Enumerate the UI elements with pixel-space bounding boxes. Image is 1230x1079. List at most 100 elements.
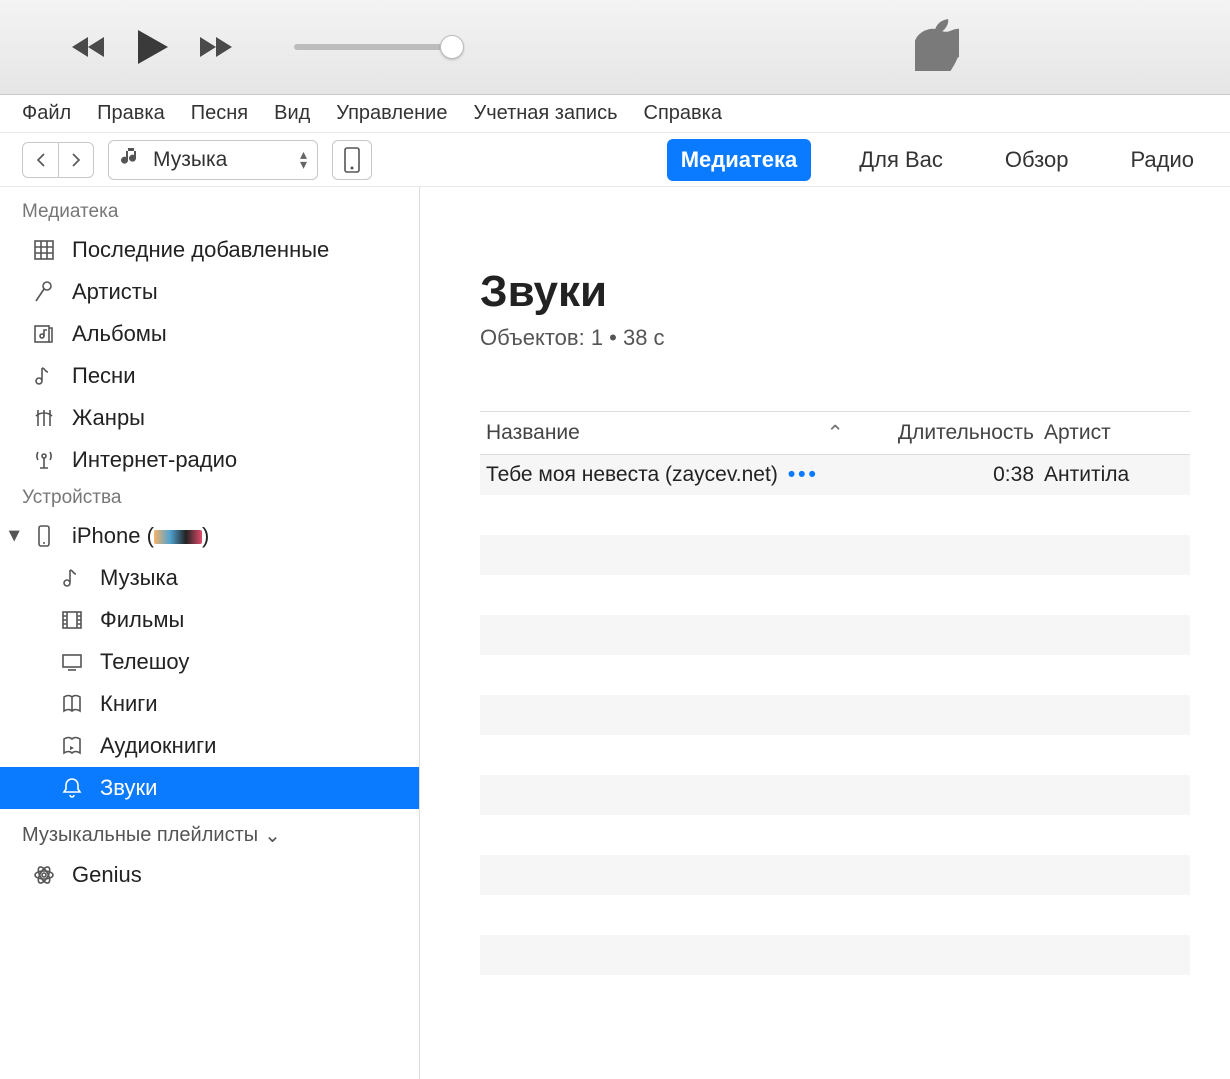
sidebar-item-albums[interactable]: Альбомы — [0, 313, 419, 355]
table-row — [480, 775, 1190, 815]
table-row — [480, 935, 1190, 975]
sidebar-item-dev-tv[interactable]: Телешоу — [0, 641, 419, 683]
sidebar-item-genius[interactable]: Genius — [0, 854, 419, 896]
sidebar-item-label: Genius — [72, 862, 142, 888]
apple-logo-icon — [915, 19, 959, 76]
play-button[interactable] — [136, 28, 170, 66]
sidebar-item-label: Последние добавленные — [72, 237, 329, 263]
column-name[interactable]: Название ⌃ — [486, 421, 874, 446]
sidebar-item-label: iPhone () — [72, 523, 209, 549]
menu-account[interactable]: Учетная запись — [473, 102, 617, 125]
guitar-icon — [30, 406, 58, 430]
column-duration[interactable]: Длительность — [874, 421, 1044, 445]
table-row — [480, 495, 1190, 535]
menu-edit[interactable]: Правка — [97, 102, 165, 125]
volume-knob[interactable] — [440, 35, 464, 59]
sidebar-item-internet-radio[interactable]: Интернет-радио — [0, 439, 419, 481]
sidebar: Медиатека Последние добавленные Артисты … — [0, 187, 420, 1079]
table-row — [480, 695, 1190, 735]
table-row — [480, 615, 1190, 655]
previous-button[interactable] — [70, 34, 108, 60]
device-button[interactable] — [332, 140, 372, 180]
menu-controls[interactable]: Управление — [336, 102, 447, 125]
sidebar-item-label: Музыка — [100, 565, 178, 591]
menu-view[interactable]: Вид — [274, 102, 310, 125]
tv-icon — [58, 650, 86, 674]
chevron-down-icon: ⌄ — [264, 823, 281, 848]
sidebar-item-label: Жанры — [72, 405, 145, 431]
more-actions-icon[interactable]: ••• — [788, 463, 819, 487]
sidebar-item-iphone[interactable]: iPhone () — [0, 515, 419, 557]
sidebar-item-label: Фильмы — [100, 607, 184, 633]
track-duration: 0:38 — [874, 463, 1044, 487]
menu-file[interactable]: Файл — [22, 102, 71, 125]
sidebar-item-dev-music[interactable]: Музыка — [0, 557, 419, 599]
sidebar-item-label: Телешоу — [100, 649, 189, 675]
book-icon — [58, 692, 86, 716]
track-name: Тебе моя невеста (zaycev.net) — [486, 463, 778, 487]
sidebar-header-devices: Устройства — [0, 481, 419, 515]
film-icon — [58, 608, 86, 632]
sidebar-item-dev-movies[interactable]: Фильмы — [0, 599, 419, 641]
nav-forward-button[interactable] — [58, 142, 94, 178]
table-row — [480, 655, 1190, 695]
sidebar-header-playlists[interactable]: Музыкальные плейлисты ⌄ — [0, 809, 419, 854]
iphone-icon — [30, 524, 58, 548]
sidebar-item-label: Альбомы — [72, 321, 167, 347]
view-tabs: Медиатека Для Вас Обзор Радио — [667, 139, 1208, 181]
sidebar-item-recently-added[interactable]: Последние добавленные — [0, 229, 419, 271]
column-artist[interactable]: Артист — [1044, 421, 1184, 445]
source-select[interactable]: Музыка ▴▾ — [108, 140, 318, 180]
table-row — [480, 575, 1190, 615]
sidebar-item-label: Песни — [72, 363, 136, 389]
sidebar-item-dev-books[interactable]: Книги — [0, 683, 419, 725]
microphone-icon — [30, 280, 58, 304]
sidebar-item-dev-audiobooks[interactable]: Аудиокниги — [0, 725, 419, 767]
genius-icon — [30, 863, 58, 887]
note-icon — [30, 364, 58, 388]
grid-icon — [30, 238, 58, 262]
toolbar: Музыка ▴▾ Медиатека Для Вас Обзор Радио — [0, 133, 1230, 187]
tab-for-you[interactable]: Для Вас — [845, 139, 957, 181]
menu-song[interactable]: Песня — [191, 102, 248, 125]
page-title: Звуки — [480, 267, 1190, 317]
chevron-updown-icon: ▴▾ — [300, 150, 307, 170]
page-meta: Объектов: 1 • 38 с — [480, 325, 1190, 351]
audiobook-icon — [58, 734, 86, 758]
sidebar-item-dev-tones[interactable]: Звуки — [0, 767, 419, 809]
sidebar-item-artists[interactable]: Артисты — [0, 271, 419, 313]
playback-bar — [0, 0, 1230, 95]
note-icon — [58, 566, 86, 590]
table-row — [480, 535, 1190, 575]
menu-help[interactable]: Справка — [644, 102, 722, 125]
album-icon — [30, 322, 58, 346]
table-row — [480, 815, 1190, 855]
table-row — [480, 855, 1190, 895]
music-note-icon — [119, 145, 143, 175]
antenna-icon — [30, 448, 58, 472]
source-select-label: Музыка — [153, 148, 227, 172]
nav-back-button[interactable] — [22, 142, 58, 178]
tab-radio[interactable]: Радио — [1116, 139, 1208, 181]
next-button[interactable] — [198, 34, 236, 60]
sort-asc-icon: ⌃ — [826, 421, 844, 446]
tones-table: Название ⌃ Длительность Артист Тебе моя … — [480, 411, 1190, 975]
sidebar-item-label: Звуки — [100, 775, 157, 801]
track-artist: Антитіла — [1044, 463, 1184, 487]
sidebar-item-label: Интернет-радио — [72, 447, 237, 473]
sidebar-item-songs[interactable]: Песни — [0, 355, 419, 397]
sidebar-item-label: Артисты — [72, 279, 158, 305]
bell-icon — [58, 776, 86, 800]
sidebar-item-genres[interactable]: Жанры — [0, 397, 419, 439]
volume-slider[interactable] — [294, 44, 454, 50]
menu-bar: Файл Правка Песня Вид Управление Учетная… — [0, 95, 1230, 133]
content-pane: Звуки Объектов: 1 • 38 с Название ⌃ Длит… — [420, 187, 1230, 1079]
sidebar-item-label: Книги — [100, 691, 158, 717]
sidebar-item-label: Аудиокниги — [100, 733, 216, 759]
sidebar-header-library: Медиатека — [0, 195, 419, 229]
tab-browse[interactable]: Обзор — [991, 139, 1083, 181]
table-row — [480, 895, 1190, 935]
tab-library[interactable]: Медиатека — [667, 139, 812, 181]
table-row[interactable]: Тебе моя невеста (zaycev.net) ••• 0:38 А… — [480, 455, 1190, 495]
table-row — [480, 735, 1190, 775]
